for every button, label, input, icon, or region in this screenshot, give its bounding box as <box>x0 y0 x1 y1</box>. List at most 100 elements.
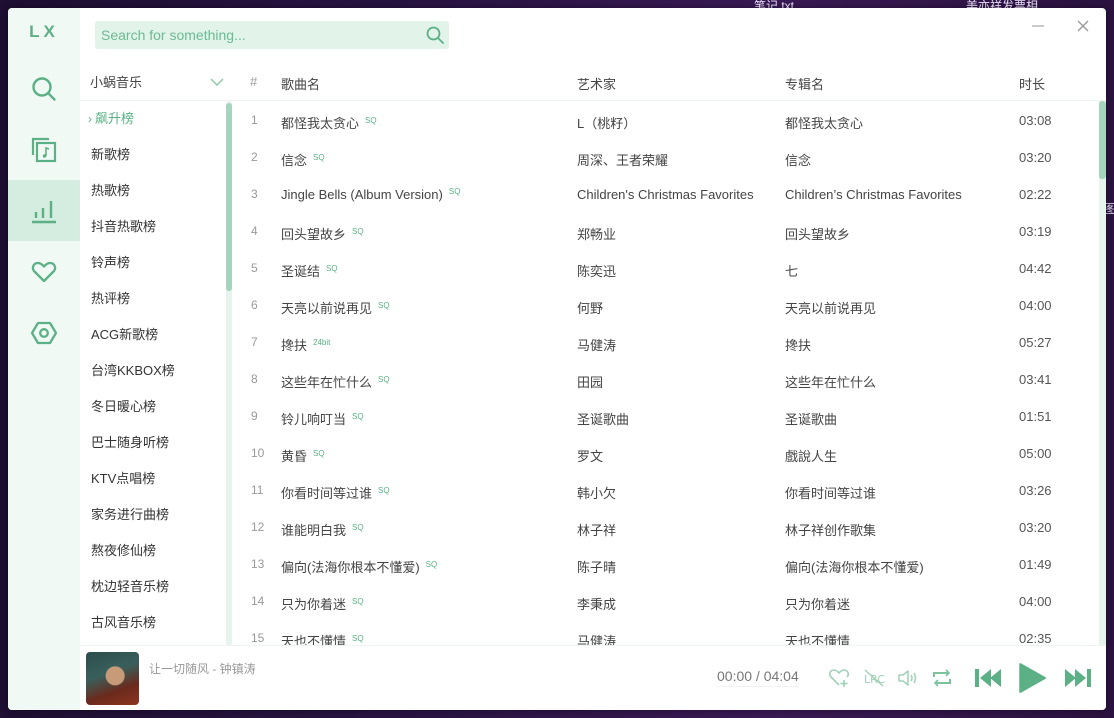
close-button[interactable] <box>1071 16 1095 36</box>
nav-song-list[interactable] <box>8 119 80 180</box>
search-button[interactable] <box>421 21 449 49</box>
song-album: 天亮以前说再见 <box>785 298 876 317</box>
song-artist-text: 圣诞歌曲 <box>577 412 630 427</box>
song-duration-text: 05:00 <box>1019 446 1052 461</box>
song-artist-text: 何野 <box>577 301 604 316</box>
playback-time: 00:00 / 04:04 <box>717 668 799 687</box>
song-duration: 03:41 <box>1019 372 1052 387</box>
table-row[interactable]: 11 你看时间等过谁 SQ 韩小欠 你看时间等过谁 03:26 <box>232 471 1098 508</box>
nav-leaderboard[interactable] <box>8 180 80 241</box>
row-num-text: 15 <box>251 631 265 645</box>
song-duration-text: 03:41 <box>1019 372 1052 387</box>
song-artist-text: 林子祥 <box>577 523 617 538</box>
nav-search[interactable] <box>8 58 80 119</box>
quality-badge: SQ <box>352 634 364 643</box>
search-input[interactable] <box>95 27 421 43</box>
add-favorite-button[interactable] <box>827 666 851 690</box>
table-row[interactable]: 8 这些年在忙什么 SQ 田园 这些年在忙什么 03:41 <box>232 360 1098 397</box>
player-bar: 让一切随风 - 钟镇涛 00:00 / 04:04 LRC <box>80 645 1106 710</box>
board-item[interactable]: 巴士随身听榜 <box>80 425 232 461</box>
row-num-text: 2 <box>251 150 258 164</box>
repeat-button[interactable] <box>930 666 954 690</box>
board-item[interactable]: 热评榜 <box>80 281 232 317</box>
header-num: # <box>250 74 258 89</box>
song-album: 圣诞歌曲 <box>785 409 837 428</box>
table-row[interactable]: 15 天也不懂情 SQ 马健涛 天也不懂情 02:35 <box>232 619 1098 646</box>
song-duration: 03:19 <box>1019 224 1052 239</box>
song-duration-text: 02:35 <box>1019 631 1052 646</box>
board-item[interactable]: 新歌榜 <box>80 137 232 173</box>
table-row[interactable]: 14 只为你着迷 SQ 李秉成 只为你着迷 04:00 <box>232 582 1098 619</box>
board-item[interactable]: 熬夜修仙榜 <box>80 533 232 569</box>
song-duration-text: 03:26 <box>1019 483 1052 498</box>
board-item[interactable]: 台湾KKBOX榜 <box>80 353 232 389</box>
table-row[interactable]: 10 黄昏 SQ 罗文 戲說人生 05:00 <box>232 434 1098 471</box>
quality-badge: SQ <box>425 560 438 569</box>
board-item[interactable]: ACG新歌榜 <box>80 317 232 353</box>
song-name-text: 只为你着迷 <box>281 597 347 612</box>
search-icon <box>32 76 56 101</box>
album-cover[interactable] <box>86 652 139 705</box>
now-playing-title[interactable]: 让一切随风 - 钟镇涛 <box>149 660 256 677</box>
table-row[interactable]: 9 铃儿响叮当 SQ 圣诞歌曲 圣诞歌曲 01:51 <box>232 397 1098 434</box>
board-item[interactable]: › 飙升榜 <box>80 101 232 137</box>
table-row[interactable]: 6 天亮以前说再见 SQ 何野 天亮以前说再见 04:00 <box>232 286 1098 323</box>
row-num-text: 4 <box>251 224 258 238</box>
table-row[interactable]: 2 信念 SQ 周深、王者荣耀 信念 03:20 <box>232 138 1098 175</box>
lyrics-toggle-button[interactable]: LRC <box>862 666 886 690</box>
song-album-text: 戲說人生 <box>785 449 838 464</box>
row-num: 13 <box>251 557 281 571</box>
quality-badge: SQ <box>352 597 364 606</box>
song-duration-text: 03:19 <box>1019 224 1052 239</box>
table-row[interactable]: 4 回头望故乡 SQ 郑畅业 回头望故乡 03:19 <box>232 212 1098 249</box>
table-row[interactable]: 7 搀扶 24bit 马健涛 搀扶 05:27 <box>232 323 1098 360</box>
song-name: 圣诞结 SQ <box>281 261 338 280</box>
board-item[interactable]: 热歌榜 <box>80 173 232 209</box>
row-num: 8 <box>251 372 281 386</box>
board-item[interactable]: 枕边轻音乐榜 <box>80 569 232 605</box>
row-num: 15 <box>251 631 281 645</box>
row-num: 1 <box>251 113 281 127</box>
board-item-label: 冬日暖心榜 <box>91 399 157 414</box>
nav-favorites[interactable] <box>8 241 80 302</box>
song-duration-text: 01:49 <box>1019 557 1052 572</box>
board-item[interactable]: 家务进行曲榜 <box>80 497 232 533</box>
volume-icon <box>898 670 917 686</box>
minimize-button[interactable] <box>1026 16 1050 36</box>
table-row[interactable]: 13 偏向(法海你根本不懂爱) SQ 陈子晴 偏向(法海你根本不懂爱) 01:49 <box>232 545 1098 582</box>
song-album: 偏向(法海你根本不懂爱) <box>785 557 924 576</box>
song-artist: 马健涛 <box>577 631 616 646</box>
board-item[interactable]: 抖音热歌榜 <box>80 209 232 245</box>
scrollbar-thumb[interactable] <box>1099 101 1106 179</box>
board-item-label: ACG新歌榜 <box>91 327 159 342</box>
board-item[interactable]: 古风音乐榜 <box>80 605 232 641</box>
row-num: 10 <box>251 446 281 460</box>
song-artist: 韩小欠 <box>577 483 616 502</box>
nav-rail: LX <box>8 8 80 710</box>
song-duration: 01:51 <box>1019 409 1052 424</box>
song-name: 回头望故乡 SQ <box>281 224 364 243</box>
table-row[interactable]: 3 Jingle Bells (Album Version) SQ Children'… <box>232 175 1098 212</box>
board-list: › 飙升榜 新歌榜 热歌榜 抖音热歌榜铃声榜热评榜 ACG新歌榜台湾KKBOX榜冬日暖心榜… <box>80 101 232 646</box>
song-table-scrollbar[interactable] <box>1099 101 1106 646</box>
board-item[interactable]: KTV点唱榜 <box>80 461 232 497</box>
previous-button[interactable] <box>970 666 1006 690</box>
nav-settings[interactable] <box>8 302 80 363</box>
table-row[interactable]: 1 都怪我太贪心 SQ L（桃籽） 都怪我太贪心 03:08 <box>232 101 1098 138</box>
play-button[interactable] <box>1013 662 1049 694</box>
next-button[interactable] <box>1060 666 1096 690</box>
volume-button[interactable] <box>896 666 920 690</box>
table-row[interactable]: 12 谁能明白我 SQ 林子祥 林子祥创作歌集 03:20 <box>232 508 1098 545</box>
source-dropdown[interactable]: 小蜗音乐 <box>80 63 232 101</box>
play-icon <box>1019 663 1046 693</box>
board-item-label: 铃声榜 <box>91 255 131 270</box>
song-album-text: 都怪我太贪心 <box>785 116 864 131</box>
table-header: # 歌曲名 艺术家 专辑名 时长 <box>232 63 1106 101</box>
board-item[interactable]: 冬日暖心榜 <box>80 389 232 425</box>
board-item[interactable]: 铃声榜 <box>80 245 232 281</box>
row-num: 5 <box>251 261 281 275</box>
song-name: Jingle Bells (Album Version) SQ <box>281 187 460 202</box>
board-item-label: KTV点唱榜 <box>91 471 156 486</box>
table-row[interactable]: 5 圣诞结 SQ 陈奕迅 七 04:42 <box>232 249 1098 286</box>
song-duration: 03:08 <box>1019 113 1052 128</box>
